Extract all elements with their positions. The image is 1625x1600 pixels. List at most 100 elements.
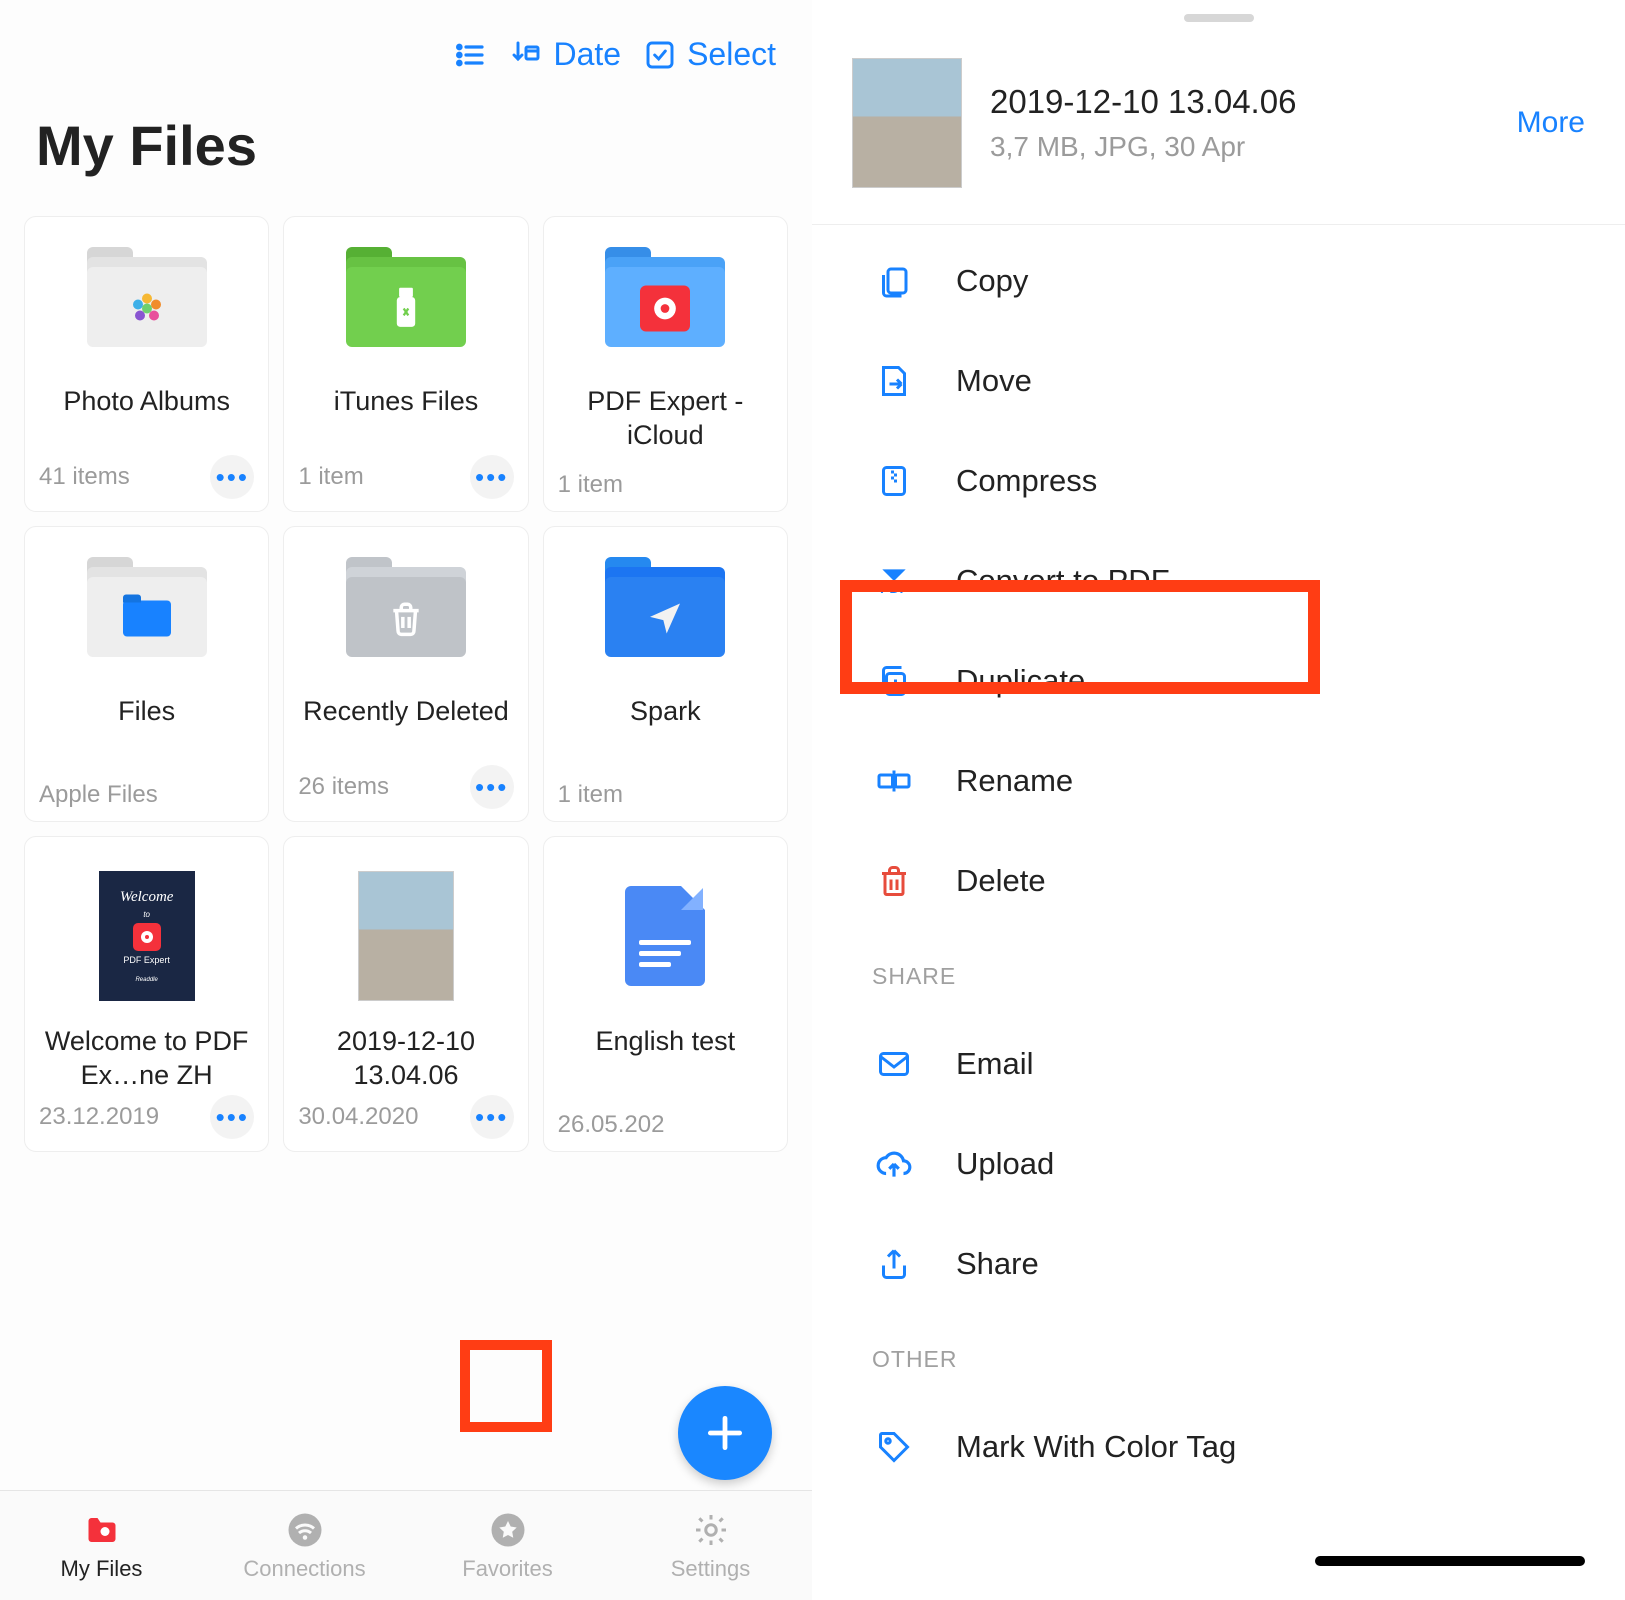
tile-image-file[interactable]: 2019-12-10 13.04.06 30.04.2020 •••: [283, 836, 528, 1152]
tile-label: Photo Albums: [39, 385, 254, 455]
tile-sub: 26.05.202: [558, 1111, 665, 1139]
action-upload[interactable]: Upload: [812, 1114, 1625, 1214]
tile-welcome-pdf[interactable]: Welcome to PDF Expert Readdle Welcome to…: [24, 836, 269, 1152]
paper-plane-icon: [640, 594, 690, 644]
tile-recently-deleted[interactable]: Recently Deleted 26 items •••: [283, 526, 528, 822]
file-meta: 3,7 MB, JPG, 30 Apr: [990, 131, 1489, 163]
tile-files[interactable]: Files Apple Files: [24, 526, 269, 822]
sheet-drag-handle[interactable]: [1184, 14, 1254, 22]
folder-icon: [87, 251, 207, 361]
files-app-icon: [122, 594, 172, 644]
select-label: Select: [687, 36, 776, 73]
folder-icon: [346, 251, 466, 361]
more-dots-button[interactable]: •••: [470, 455, 514, 499]
tab-my-files[interactable]: My Files: [0, 1491, 203, 1600]
trash-icon: [381, 594, 431, 644]
tile-itunes-files[interactable]: iTunes Files 1 item •••: [283, 216, 528, 512]
wifi-icon: [285, 1510, 325, 1550]
gear-icon: [691, 1510, 731, 1550]
pdf-thumbnail: Welcome to PDF Expert Readdle: [87, 871, 207, 1001]
tile-photo-albums[interactable]: Photo Albums 41 items •••: [24, 216, 269, 512]
more-dots-button[interactable]: •••: [210, 455, 254, 499]
files-grid: Photo Albums 41 items ••• iTunes Files 1…: [0, 198, 812, 1170]
action-email[interactable]: Email: [812, 1014, 1625, 1114]
select-button[interactable]: Select: [643, 36, 776, 73]
file-name: 2019-12-10 13.04.06: [990, 83, 1489, 121]
action-copy[interactable]: Copy: [812, 231, 1625, 331]
view-toggle-button[interactable]: [453, 38, 487, 72]
file-actions-sheet: 2019-12-10 13.04.06 3,7 MB, JPG, 30 Apr …: [812, 0, 1625, 1600]
action-duplicate[interactable]: Duplicate: [812, 631, 1625, 731]
sort-date-icon: [509, 38, 543, 72]
tile-sub: 30.04.2020: [298, 1103, 418, 1131]
top-toolbar: Date Select: [0, 0, 812, 73]
action-move[interactable]: Move: [812, 331, 1625, 431]
action-convert-pdf[interactable]: PDF Convert to PDF: [812, 531, 1625, 631]
action-label: Share: [956, 1246, 1039, 1282]
action-label: Email: [956, 1046, 1034, 1082]
more-dots-button[interactable]: •••: [210, 1095, 254, 1139]
tab-label: Settings: [671, 1556, 751, 1582]
tab-label: Favorites: [462, 1556, 552, 1582]
tile-label: English test: [558, 1025, 773, 1095]
image-thumbnail: [346, 871, 466, 1001]
action-color-tag[interactable]: Mark With Color Tag: [812, 1397, 1625, 1497]
convert-pdf-icon: PDF: [872, 559, 916, 603]
more-dots-button[interactable]: •••: [470, 765, 514, 809]
sort-date-button[interactable]: Date: [509, 36, 621, 73]
redaction-bar: [1315, 1556, 1585, 1566]
tab-label: Connections: [243, 1556, 365, 1582]
tab-connections[interactable]: Connections: [203, 1491, 406, 1600]
move-icon: [872, 359, 916, 403]
document-thumbnail: [605, 871, 725, 1001]
share-icon: [872, 1242, 916, 1286]
folder-icon: [605, 251, 725, 361]
tile-label: Spark: [558, 695, 773, 765]
email-icon: [872, 1042, 916, 1086]
other-section-header: OTHER: [812, 1314, 1625, 1391]
tab-settings[interactable]: Settings: [609, 1491, 812, 1600]
tab-favorites[interactable]: Favorites: [406, 1491, 609, 1600]
duplicate-icon: [872, 659, 916, 703]
file-thumbnail: [852, 58, 962, 188]
tile-label: 2019-12-10 13.04.06: [298, 1025, 513, 1095]
more-link[interactable]: More: [1517, 106, 1585, 140]
other-actions: Mark With Color Tag: [812, 1391, 1625, 1497]
action-label: Mark With Color Tag: [956, 1429, 1236, 1465]
page-title: My Files: [0, 73, 812, 198]
action-label: Upload: [956, 1146, 1054, 1182]
tile-english-test[interactable]: English test 26.05.202: [543, 836, 788, 1152]
share-section-header: SHARE: [812, 931, 1625, 1008]
action-label: Convert to PDF: [956, 563, 1170, 599]
tile-sub: 26 items: [298, 773, 389, 801]
rename-icon: [872, 759, 916, 803]
tag-icon: [872, 1425, 916, 1469]
action-label: Rename: [956, 763, 1073, 799]
tile-sub: 1 item: [558, 471, 623, 499]
photos-flower-icon: [122, 284, 172, 334]
action-label: Compress: [956, 463, 1097, 499]
folder-icon: [605, 561, 725, 671]
action-share[interactable]: Share: [812, 1214, 1625, 1314]
tile-sub: Apple Files: [39, 781, 158, 809]
action-compress[interactable]: Compress: [812, 431, 1625, 531]
add-fab-button[interactable]: [678, 1386, 772, 1480]
share-actions: Email Upload Share: [812, 1008, 1625, 1314]
tile-spark[interactable]: Spark 1 item: [543, 526, 788, 822]
compress-icon: [872, 459, 916, 503]
more-dots-button[interactable]: •••: [470, 1095, 514, 1139]
action-rename[interactable]: Rename: [812, 731, 1625, 831]
tile-label: iTunes Files: [298, 385, 513, 455]
tile-pdf-expert-icloud[interactable]: PDF Expert - iCloud 1 item: [543, 216, 788, 512]
tile-label: Files: [39, 695, 254, 765]
action-label: Copy: [956, 263, 1028, 299]
highlight-box-more-dots: [460, 1340, 552, 1432]
folder-icon: [346, 561, 466, 671]
action-label: Delete: [956, 863, 1046, 899]
copy-icon: [872, 259, 916, 303]
tile-sub: 23.12.2019: [39, 1103, 159, 1131]
action-label: Move: [956, 363, 1032, 399]
tile-sub: 1 item: [298, 463, 363, 491]
action-delete[interactable]: Delete: [812, 831, 1625, 931]
folder-icon: [87, 561, 207, 671]
